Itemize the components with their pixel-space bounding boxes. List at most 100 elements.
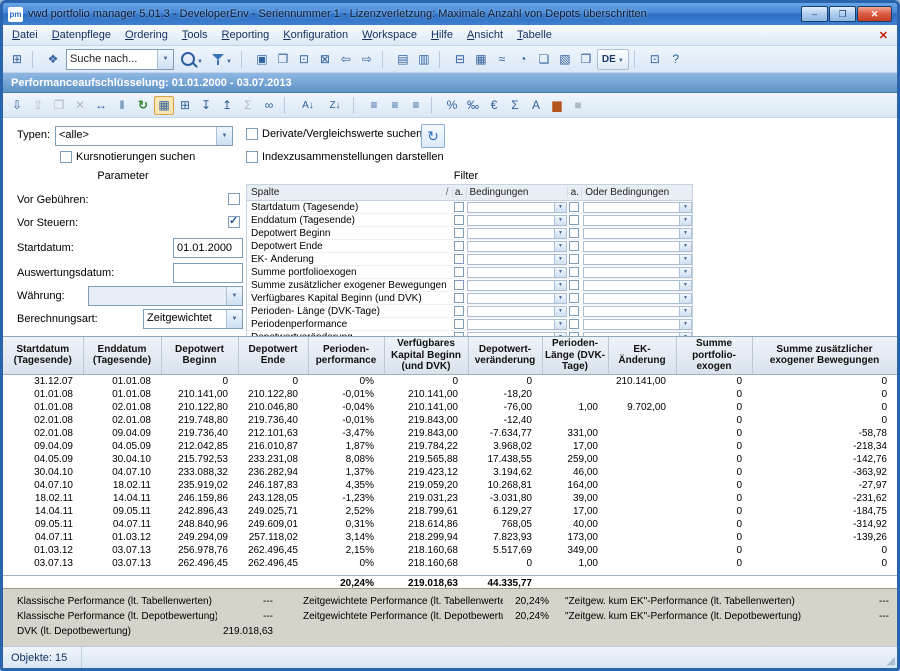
copy-icon[interactable]: ❐ [49,96,69,115]
or-and-checkbox[interactable] [569,319,579,329]
close-window-icon[interactable]: ⊠ [315,50,335,69]
and-checkbox[interactable] [454,293,464,303]
menu-item[interactable]: Datei [5,27,45,43]
chevron-down-icon[interactable] [157,50,173,69]
and-checkbox[interactable] [454,319,464,329]
menu-item[interactable]: Hilfe [424,27,460,43]
table-row[interactable]: 02.01.0809.04.09219.736,40212.101,63-3,4… [3,427,897,440]
percent-format-icon[interactable]: % [442,96,462,115]
depot-select-icon[interactable]: ❖ [43,50,63,69]
workspace-tree-icon[interactable]: ⊞ [7,50,27,69]
menu-item[interactable]: Workspace [355,27,424,43]
menu-item[interactable]: Datenpflege [45,27,118,43]
derivate-checkbox[interactable]: Derivate/Vergleichswerte suchen [246,128,422,140]
monitor-icon[interactable]: ⊡ [645,50,665,69]
import-icon[interactable]: ⇩ [7,96,27,115]
help-icon[interactable]: ? [666,50,686,69]
kursnotierungen-checkbox[interactable]: Kursnotierungen suchen [60,151,195,163]
and-checkbox[interactable] [454,332,464,336]
or-and-checkbox[interactable] [569,254,579,264]
and-checkbox[interactable] [454,241,464,251]
table-row[interactable]: 09.05.1104.07.11248.840,96249.609,010,31… [3,518,897,531]
condition-select[interactable] [467,241,567,252]
export-icon[interactable]: ⇧ [28,96,48,115]
column-header[interactable]: Perioden-performance [308,337,384,374]
remove-row-icon[interactable]: ↥ [217,96,237,115]
menu-item[interactable]: Ordering [118,27,175,43]
subtotals-icon[interactable]: Σ [238,96,258,115]
search-input[interactable] [67,50,157,69]
portfolio-report-icon[interactable]: ❏ [534,50,554,69]
or-and-checkbox[interactable] [569,241,579,251]
or-condition-select[interactable] [583,306,692,317]
column-header[interactable]: Summe portfolio-exogen [676,337,752,374]
find-in-table-icon[interactable]: ∞ [259,96,279,115]
sort-ascending-icon[interactable]: A↓ [295,96,321,115]
filter-col-oder[interactable]: Oder Bedingungen [581,187,692,198]
auswertungsdatum-input[interactable] [173,263,243,283]
table-row[interactable]: 01.01.0802.01.08210.122,80210.046,80-0,0… [3,401,897,414]
close-document-icon[interactable]: ✕ [870,29,897,42]
or-and-checkbox[interactable] [569,202,579,212]
table-row[interactable]: 04.07.1101.03.12249.294,09257.118,023,14… [3,531,897,544]
column-header[interactable]: Depotwert-veränderung [468,337,542,374]
table-settings-icon[interactable]: ⊞ [175,96,195,115]
table-row[interactable]: 31.12.0701.01.08000%00210.141,0000 [3,374,897,388]
vor-steuern-checkbox[interactable] [228,216,240,228]
table-row[interactable]: 18.02.1114.04.11246.159,86243.128,05-1,2… [3,492,897,505]
and-checkbox[interactable] [454,228,464,238]
pie-chart-icon[interactable]: ◔ [513,50,533,69]
sum-icon[interactable]: Σ [505,96,525,115]
or-condition-select[interactable] [583,267,692,278]
table-row[interactable]: 30.04.1004.07.10233.088,32236.282,941,37… [3,466,897,479]
language-select[interactable]: DE [597,49,629,70]
condition-select[interactable] [467,215,567,226]
or-condition-select[interactable] [583,293,692,304]
sort-descending-icon[interactable]: Z↓ [322,96,348,115]
new-window-icon[interactable]: ⊡ [294,50,314,69]
minimize-button[interactable]: – [801,6,828,22]
berechnungsart-select[interactable]: Zeitgewichtet [143,309,243,329]
or-and-checkbox[interactable] [569,228,579,238]
filter-col-bedingungen[interactable]: Bedingungen [466,187,568,198]
insert-row-icon[interactable]: ↧ [196,96,216,115]
and-checkbox[interactable] [454,280,464,290]
bar-chart-icon[interactable]: ▦ [471,50,491,69]
align-right-icon[interactable]: ≡ [406,96,426,115]
table-row[interactable]: 14.04.1109.05.11242.896,43249.025,712,52… [3,505,897,518]
title-bar[interactable]: pm vwd portfolio manager 5.01.3 - Develo… [3,3,897,25]
condition-select[interactable] [467,293,567,304]
and-checkbox[interactable] [454,202,464,212]
search-combobox[interactable] [66,49,174,70]
column-header[interactable]: Perioden-Länge (DVK-Tage) [542,337,608,374]
fit-columns-icon[interactable]: ↔ [91,96,111,115]
or-condition-select[interactable] [583,319,692,330]
column-header[interactable]: Summe zusätzlicher exogener Bewegungen [752,337,897,374]
show-chart-icon[interactable]: ▆ [547,96,567,115]
print-preview-icon[interactable]: ▥ [414,50,434,69]
filter-col-and2[interactable]: a. [567,187,581,198]
table-row[interactable]: 02.01.0802.01.08219.748,80219.736,40-0,0… [3,414,897,427]
menu-item[interactable]: Tools [175,27,215,43]
search-button[interactable] [177,50,207,69]
quote-list-icon[interactable]: ❒ [576,50,596,69]
or-condition-select[interactable] [583,254,692,265]
typen-select[interactable]: <alle> [55,126,233,146]
freeze-columns-icon[interactable]: ‖ [112,96,132,115]
and-checkbox[interactable] [454,254,464,264]
print-icon[interactable]: ▤ [393,50,413,69]
or-condition-select[interactable] [583,280,692,291]
condition-select[interactable] [467,280,567,291]
or-and-checkbox[interactable] [569,280,579,290]
menu-item[interactable]: Ansicht [460,27,510,43]
waehrung-select[interactable] [88,286,243,306]
and-checkbox[interactable] [454,306,464,316]
nav-back-icon[interactable]: ⇦ [336,50,356,69]
align-left-icon[interactable]: ≡ [364,96,384,115]
table-row[interactable]: 03.07.1303.07.13262.496,45262.496,450%21… [3,557,897,570]
condition-select[interactable] [467,202,567,213]
condition-select[interactable] [467,267,567,278]
line-chart-icon[interactable]: ≈ [492,50,512,69]
font-icon[interactable]: A [526,96,546,115]
refresh-icon[interactable]: ↻ [133,96,153,115]
